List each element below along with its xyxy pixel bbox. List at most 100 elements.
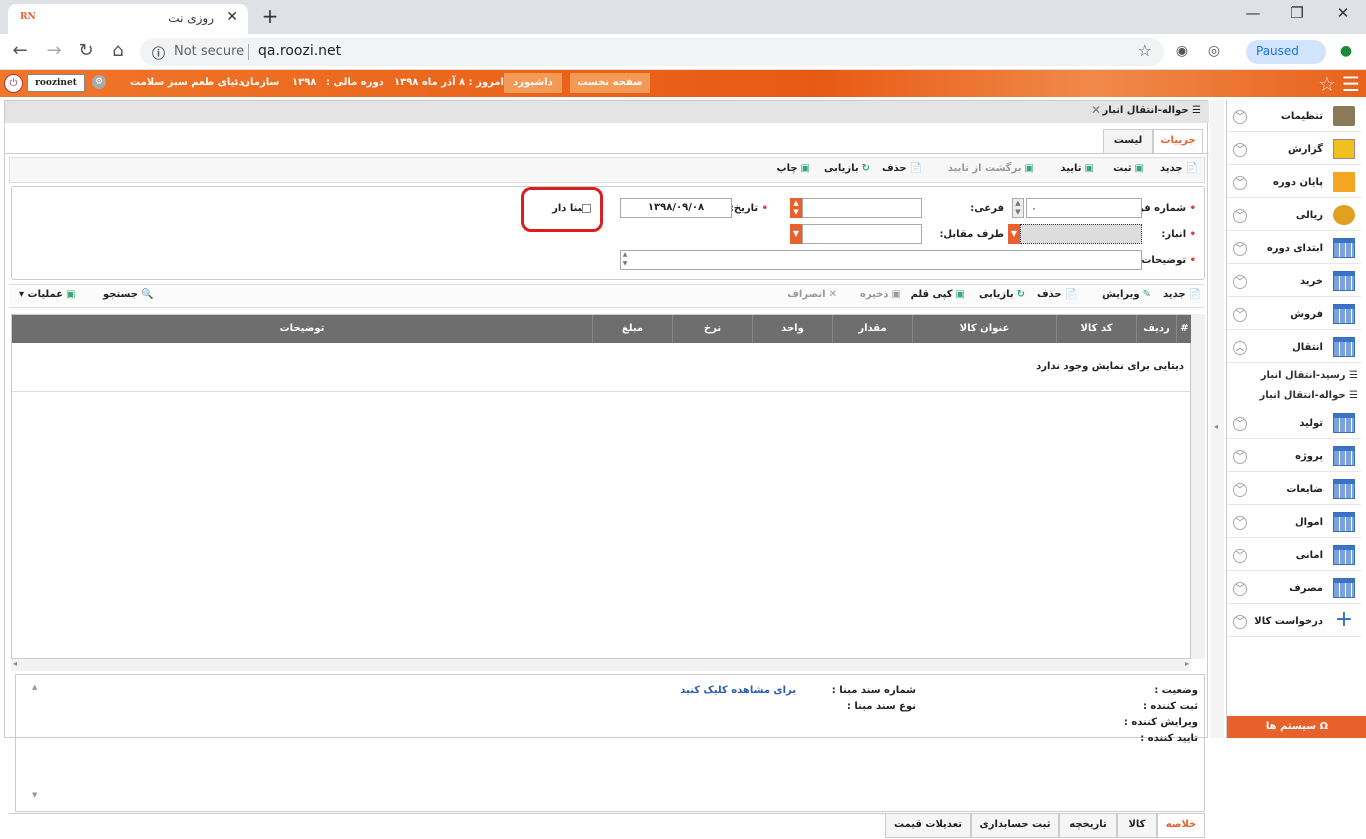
copy-item-button[interactable]: ▣کپی قلم	[911, 289, 965, 300]
form-number-input[interactable]: ۰	[1026, 198, 1142, 218]
form-number-spinner[interactable]: ▲ ▼	[1012, 198, 1024, 218]
window-close-button[interactable]: ✕	[1328, 4, 1358, 22]
back-icon[interactable]: ←	[8, 40, 32, 61]
sidebar-item-report[interactable]: ﹀ گزارش	[1227, 135, 1361, 165]
chevron-down-icon[interactable]: ﹀	[1233, 483, 1247, 497]
scroll-right-icon[interactable]: ▸	[1185, 659, 1189, 668]
item-delete-button[interactable]: 📄حذف	[1037, 289, 1077, 300]
new-button[interactable]: 📄جدید	[1160, 163, 1198, 174]
date-input[interactable]: ۱۳۹۸/۰۹/۰۸	[620, 198, 732, 218]
info-icon[interactable]: ⓘ	[152, 43, 165, 62]
col-rate[interactable]: نرخ	[672, 315, 752, 343]
warehouse-dropdown-icon[interactable]: ▼	[1008, 224, 1020, 244]
view-link[interactable]: برای مشاهده کلیک کنید	[680, 685, 796, 696]
counterparty-select[interactable]	[802, 224, 922, 244]
operations-button[interactable]: ▣عملیات ▾	[19, 289, 75, 300]
first-page-button[interactable]: صفحه نخست	[570, 73, 650, 93]
col-title[interactable]: عنوان کالا	[912, 315, 1056, 343]
description-input[interactable]	[620, 250, 1142, 270]
sidebar-item-transfer[interactable]: ︿ انتقال	[1227, 333, 1361, 363]
omnibox[interactable]: ⓘ Not secure qa.roozi.net ☆	[140, 38, 1164, 66]
grid-vertical-scrollbar[interactable]	[1191, 314, 1205, 659]
sidebar-item-consignment[interactable]: ﹀ امانی	[1227, 541, 1361, 571]
description-scroll-icon[interactable]: ▲ ▼	[620, 250, 630, 270]
sidebar-item-purchase[interactable]: ﹀ خرید	[1227, 267, 1361, 297]
sub-input[interactable]	[802, 198, 922, 218]
sidebar-subitem-receipt[interactable]: ☰ رسید-انتقال انبار	[1261, 370, 1358, 381]
bookmark-star-icon[interactable]: ☆	[1138, 41, 1152, 60]
form-close-icon[interactable]: ✕	[1091, 103, 1101, 117]
browser-tab[interactable]: RN روزی نت ✕	[8, 4, 248, 34]
restore-form-button[interactable]: ↻بازیابی	[824, 163, 870, 174]
new-tab-button[interactable]: +	[256, 5, 284, 29]
chevron-down-icon[interactable]: ﹀	[1233, 308, 1247, 322]
chevron-up-icon[interactable]: ︿	[1233, 341, 1247, 355]
tab-list[interactable]: لیست	[1103, 129, 1153, 153]
sidebar-item-period-start[interactable]: ﹀ ابتدای دوره	[1227, 234, 1361, 264]
scroll-left-icon[interactable]: ◂	[13, 659, 17, 668]
col-unit[interactable]: واحد	[752, 315, 832, 343]
systems-button[interactable]: سیستم ها Ω	[1227, 716, 1366, 738]
col-amount[interactable]: مبلغ	[592, 315, 672, 343]
settings-small-icon[interactable]: ⚙	[92, 75, 106, 89]
info-scroll-up-icon[interactable]: ▲	[32, 683, 37, 691]
chevron-down-icon[interactable]: ﹀	[1233, 516, 1247, 530]
item-new-button[interactable]: 📄جدید	[1163, 289, 1201, 300]
col-qty[interactable]: مقدار	[832, 315, 912, 343]
sidebar-item-settings[interactable]: ﹀ تنظیمات	[1227, 102, 1361, 132]
chevron-down-icon[interactable]: ﹀	[1233, 209, 1247, 223]
dashboard-button[interactable]: داشبورد	[504, 73, 562, 93]
tab-details[interactable]: جزییات	[1153, 129, 1203, 153]
extension-icon[interactable]: ◉	[1170, 43, 1194, 59]
chevron-down-icon[interactable]: ﹀	[1233, 549, 1247, 563]
reload-icon[interactable]: ↻	[74, 40, 98, 61]
sidebar-item-project[interactable]: ﹀ پروژه	[1227, 442, 1361, 472]
sidebar-subitem-remittance[interactable]: ☰ حواله-انتقال انبار	[1260, 390, 1358, 401]
home-icon[interactable]: ⌂	[106, 40, 130, 61]
counterparty-dropdown-icon[interactable]: ▼	[790, 224, 802, 244]
chevron-down-icon[interactable]: ﹀	[1233, 275, 1247, 289]
sidebar-item-waste[interactable]: ﹀ ضایعات	[1227, 475, 1361, 505]
splitter-arrow-icon[interactable]: ◂	[1214, 422, 1218, 431]
sidebar-item-sales[interactable]: ﹀ فروش	[1227, 300, 1361, 330]
sidebar-item-production[interactable]: ﹀ تولید	[1227, 409, 1361, 439]
extension2-icon[interactable]: ◎	[1202, 43, 1226, 59]
col-code[interactable]: کد کالا	[1056, 315, 1136, 343]
tab-goods[interactable]: کالا	[1117, 814, 1157, 838]
forward-icon[interactable]: →	[42, 40, 66, 61]
panel-splitter[interactable]: ◂	[1210, 100, 1224, 738]
item-edit-button[interactable]: ✎ویرایش	[1102, 289, 1151, 300]
cancel-button[interactable]: ✕انصراف	[787, 289, 837, 300]
sidebar-item-rial[interactable]: ﹀ ریالی	[1227, 201, 1361, 231]
chevron-down-icon[interactable]: ﹀	[1233, 242, 1247, 256]
warehouse-select[interactable]	[1020, 224, 1142, 244]
chevron-down-icon[interactable]: ﹀	[1233, 582, 1247, 596]
sub-spinner[interactable]: ▲ ▼	[790, 198, 802, 218]
col-description[interactable]: توضیحات	[12, 315, 592, 343]
delete-button[interactable]: 📄حذف	[882, 163, 922, 174]
profile-paused-button[interactable]: Paused	[1246, 40, 1326, 64]
register-button[interactable]: ▣ثبت	[1113, 163, 1144, 174]
col-hash[interactable]: #	[1176, 315, 1192, 343]
print-button[interactable]: ▣چاپ	[777, 163, 810, 174]
url-text[interactable]: qa.roozi.net	[258, 43, 341, 59]
sidebar-item-assets[interactable]: ﹀ اموال	[1227, 508, 1361, 538]
tab-history[interactable]: تاریخچه	[1059, 814, 1117, 838]
chevron-down-icon[interactable]: ﹀	[1233, 143, 1247, 157]
tab-close-icon[interactable]: ✕	[226, 9, 238, 25]
chevron-down-icon[interactable]: ﹀	[1233, 615, 1247, 629]
favorites-star-icon[interactable]: ☆	[1318, 72, 1336, 96]
info-scroll-down-icon[interactable]: ▼	[32, 791, 37, 799]
sidebar-item-goods-request[interactable]: ﹀ درخواست کالا +	[1227, 607, 1361, 637]
tab-price-adjust[interactable]: تعدیلات قیمت	[885, 814, 971, 838]
col-row[interactable]: ردیف	[1136, 315, 1176, 343]
save-button[interactable]: ▣ذخیره	[860, 289, 901, 300]
chevron-down-icon[interactable]: ﹀	[1233, 450, 1247, 464]
tab-accounting[interactable]: ثبت حسابداری	[971, 814, 1059, 838]
search-button[interactable]: 🔍جستجو	[103, 289, 153, 300]
power-icon[interactable]: ⏻	[4, 74, 23, 93]
grid-horizontal-scrollbar[interactable]: ◂ ▸	[11, 659, 1191, 671]
tab-summary[interactable]: خلاصه	[1157, 814, 1205, 838]
sidebar-item-consumption[interactable]: ﹀ مصرف	[1227, 574, 1361, 604]
unapprove-button[interactable]: ▣برگشت از تایید	[948, 163, 1034, 174]
